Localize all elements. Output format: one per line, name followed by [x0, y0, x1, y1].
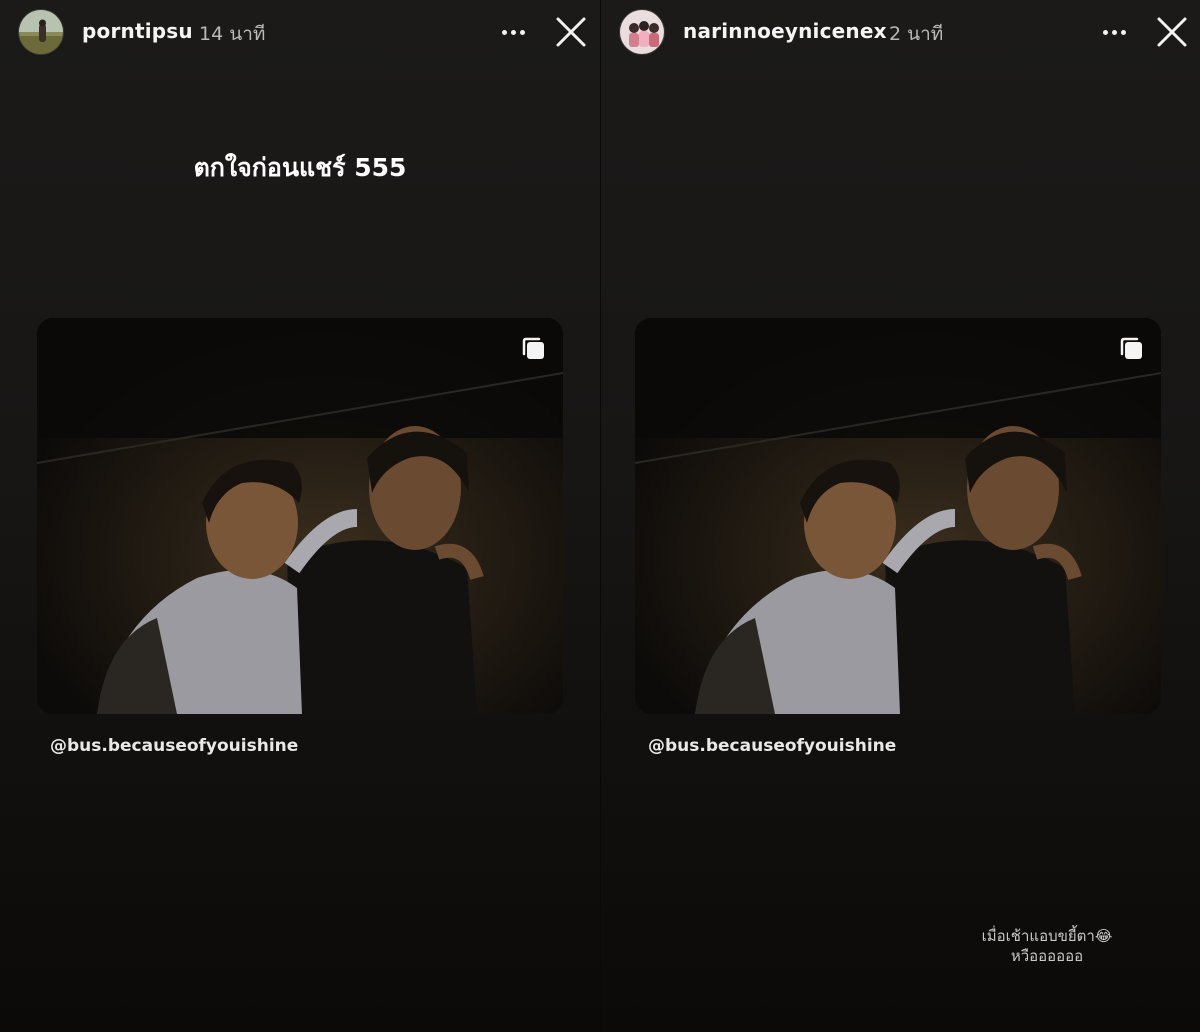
more-horizontal-icon	[501, 29, 507, 35]
multiple-posts-icon	[1120, 337, 1142, 359]
shared-post-card[interactable]	[37, 318, 563, 714]
multiple-posts-icon	[522, 337, 544, 359]
story-username[interactable]: narinnoeynicenex	[683, 19, 887, 43]
story-panel-narinnoeynicenex[interactable]: narinnoeynicenex 2 นาที @bus.becauseofyo…	[600, 0, 1200, 1032]
close-icon	[1157, 17, 1187, 47]
shared-post-card[interactable]	[635, 318, 1161, 714]
story-header: narinnoeynicenex 2 นาที	[601, 0, 1200, 64]
more-options-button[interactable]	[496, 18, 530, 46]
story-header: porntipsu 14 นาที	[0, 0, 600, 64]
close-button[interactable]	[1154, 14, 1190, 50]
mention-tag[interactable]: @bus.becauseofyouishine	[50, 736, 298, 756]
sticker-line: เมื่อเช้าแอบขยี้ตา😂	[981, 927, 1113, 945]
avatar[interactable]	[619, 9, 665, 55]
close-icon	[556, 17, 586, 47]
story-username[interactable]: porntipsu	[82, 19, 193, 43]
story-caption: ตกใจก่อนแชร์ 555	[193, 153, 407, 182]
stories-viewer: porntipsu 14 นาที ตกใจก่อนแชร์ 555 @bus.…	[0, 0, 1200, 1032]
story-text-sticker: เมื่อเช้าแอบขยี้ตา😂 หวืออออออ	[972, 926, 1122, 966]
shared-post-photo	[37, 318, 563, 714]
avatar[interactable]	[18, 9, 64, 55]
story-timestamp: 2 นาที	[889, 23, 944, 45]
story-panel-porntipsu[interactable]: porntipsu 14 นาที ตกใจก่อนแชร์ 555 @bus.…	[0, 0, 600, 1032]
more-horizontal-icon	[1102, 29, 1108, 35]
sticker-line: หวืออออออ	[1010, 947, 1084, 965]
close-button[interactable]	[553, 14, 589, 50]
shared-post-photo	[635, 318, 1161, 714]
mention-tag[interactable]: @bus.becauseofyouishine	[648, 736, 896, 756]
more-options-button[interactable]	[1097, 18, 1131, 46]
story-timestamp: 14 นาที	[199, 23, 266, 45]
